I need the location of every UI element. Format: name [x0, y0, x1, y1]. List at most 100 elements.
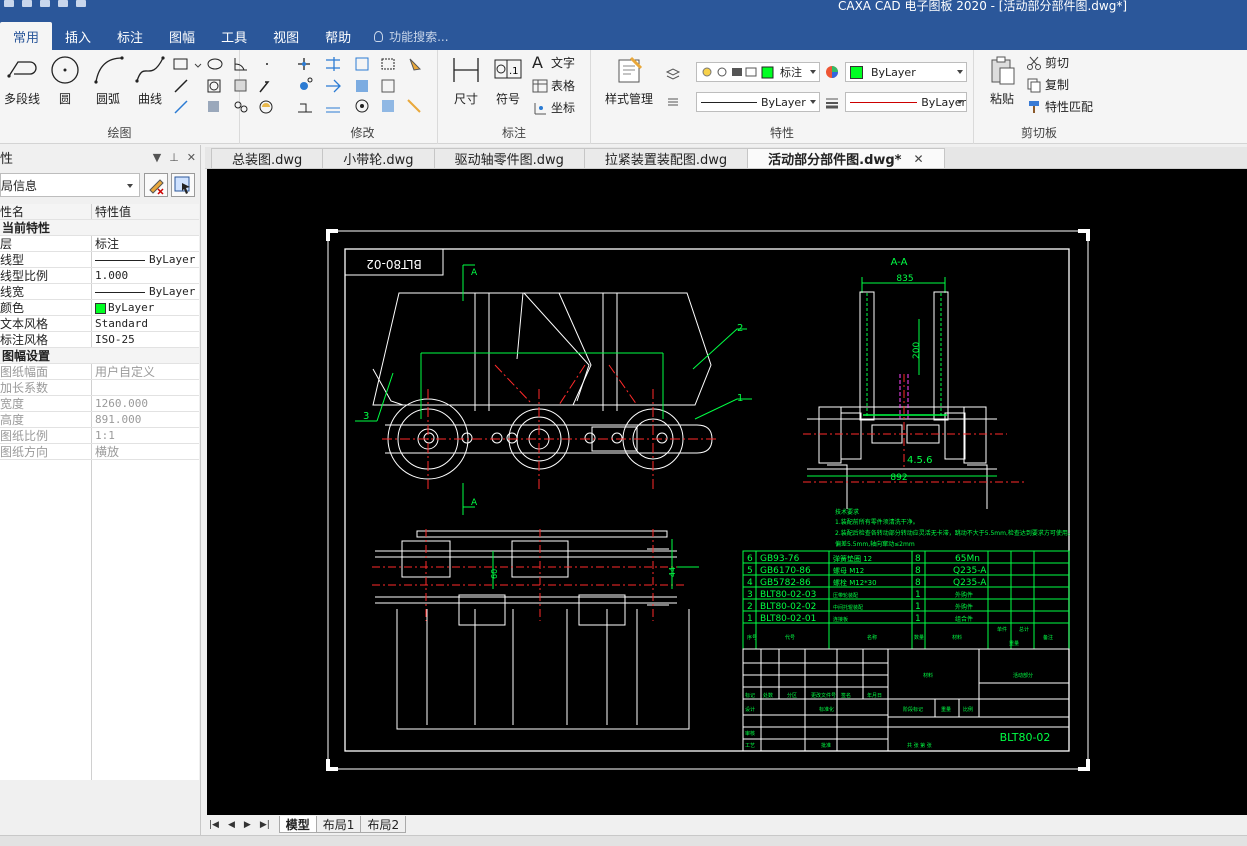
svg-text:BLT80-02-01: BLT80-02-01: [760, 614, 816, 624]
svg-text:分区: 分区: [787, 692, 797, 699]
svg-text:1.装配前所有零件须清洗干净。: 1.装配前所有零件须清洗干净。: [835, 518, 919, 526]
dimension-button[interactable]: 尺寸: [444, 54, 488, 107]
close-tab-icon[interactable]: ✕: [913, 152, 923, 166]
property-row-color[interactable]: 颜色 ByLayer: [0, 300, 199, 316]
last-layout-icon[interactable]: ▶|: [260, 820, 270, 830]
lineweight-icon[interactable]: [824, 94, 840, 110]
doc-tab-active-part[interactable]: 活动部分部件图.dwg* ✕: [747, 148, 945, 168]
table-button[interactable]: 表格: [532, 77, 575, 94]
new-file-icon[interactable]: [4, 0, 14, 7]
ribbon-group-annotate: 尺寸 .1 符号 A 文字 表格 坐标 标注: [438, 50, 591, 144]
search-label: 功能搜索...: [389, 29, 449, 44]
close-icon[interactable]: ✕: [187, 151, 196, 164]
circle-icon: [49, 54, 81, 86]
svg-text:名称: 名称: [867, 634, 877, 641]
lineweight-combo[interactable]: ByLayer: [845, 92, 967, 112]
property-row-dim-style[interactable]: 标注风格 ISO-25: [0, 332, 199, 348]
svg-text:Q235-A: Q235-A: [953, 578, 987, 588]
select-objects-button[interactable]: [171, 173, 195, 197]
svg-text:8: 8: [915, 566, 921, 576]
doc-tab-small-pulley[interactable]: 小带轮.dwg: [322, 148, 435, 168]
menu-bar: 常用 插入 标注 图幅 工具 视图 帮助 功能搜索...: [0, 22, 449, 50]
title-bar: CAXA CAD 电子图板 2020 - [活动部分部件图.dwg*] 常用 插…: [0, 0, 1247, 50]
svg-text:材料: 材料: [952, 634, 962, 641]
draw-small-tools[interactable]: [172, 56, 276, 116]
linetype-combo[interactable]: ByLayer: [696, 92, 820, 112]
panel-menu-icon[interactable]: ▼: [153, 151, 161, 164]
arc-button[interactable]: 圆弧: [86, 54, 130, 107]
section-current-properties[interactable]: 当前特性: [0, 220, 199, 236]
modify-tools[interactable]: [296, 56, 436, 116]
tab-insert[interactable]: 插入: [52, 22, 104, 50]
svg-text:1: 1: [747, 614, 753, 624]
ribbon: 多段线 圆 圆弧 曲线 绘图 修改 尺寸 .1 符号 A 文字 表格 坐标 标注…: [0, 50, 1247, 144]
symbol-button[interactable]: .1 符号: [486, 54, 530, 107]
svg-text:阶段标记: 阶段标记: [903, 706, 923, 713]
doc-tab-assembly[interactable]: 总装图.dwg: [211, 148, 324, 168]
first-layout-icon[interactable]: |◀: [209, 820, 219, 830]
undo-icon[interactable]: [58, 0, 68, 7]
layer-combo[interactable]: 标注: [696, 62, 820, 82]
properties-object-select[interactable]: 局信息: [0, 173, 140, 197]
color-wheel-icon[interactable]: [824, 64, 840, 80]
property-row-text-style[interactable]: 文本风格 Standard: [0, 316, 199, 332]
sheet-row-height: 高度 891.000: [0, 412, 199, 428]
redo-icon[interactable]: [76, 0, 86, 7]
linetype-list-icon[interactable]: [665, 94, 681, 110]
tab-view[interactable]: 视图: [260, 22, 312, 50]
svg-text:GB5782-86: GB5782-86: [760, 578, 811, 588]
svg-text:8: 8: [915, 554, 921, 564]
tab-tools[interactable]: 工具: [208, 22, 260, 50]
color-combo[interactable]: ByLayer: [845, 62, 967, 82]
layout-tab-model[interactable]: 模型: [278, 816, 317, 833]
svg-text:中间托辊装配: 中间托辊装配: [833, 604, 863, 611]
pin-icon[interactable]: ⊥: [169, 151, 179, 164]
next-layout-icon[interactable]: ▶: [244, 820, 251, 830]
print-icon[interactable]: [40, 0, 50, 7]
svg-text:.1: .1: [509, 66, 519, 77]
match-properties-button[interactable]: 特性匹配: [1026, 98, 1093, 115]
layer-state-icon[interactable]: [665, 66, 681, 82]
tab-annotate[interactable]: 标注: [104, 22, 156, 50]
svg-text:螺栓 M12*30: 螺栓 M12*30: [833, 578, 877, 587]
drawing-canvas[interactable]: BLT80-02 A A 3 1 2 A-A 835 200 4.5.6 892…: [207, 169, 1247, 816]
save-icon[interactable]: [22, 0, 32, 7]
cut-button[interactable]: 剪切: [1026, 54, 1069, 71]
layout-tab-2[interactable]: 布局2: [360, 816, 407, 833]
svg-text:活动部分: 活动部分: [1013, 672, 1033, 679]
tab-common[interactable]: 常用: [0, 22, 53, 50]
svg-text:年月日: 年月日: [867, 692, 882, 699]
section-sheet-settings[interactable]: 图幅设置: [0, 348, 199, 364]
property-row-layer[interactable]: 层 标注: [0, 236, 199, 252]
prev-layout-icon[interactable]: ◀: [228, 820, 235, 830]
select-objects-icon: [174, 176, 190, 194]
feature-search[interactable]: 功能搜索...: [364, 22, 449, 50]
layout-tab-1[interactable]: 布局1: [315, 816, 362, 833]
color-swatch: [850, 65, 863, 79]
window-title: CAXA CAD 电子图板 2020 - [活动部分部件图.dwg*]: [838, 0, 1128, 13]
doc-tab-tensioner[interactable]: 拉紧装置装配图.dwg: [583, 148, 749, 168]
tab-help[interactable]: 帮助: [312, 22, 364, 50]
curve-button[interactable]: 曲线: [128, 54, 172, 107]
svg-text:单件: 单件: [997, 626, 1007, 633]
svg-text:偏差5.5mm,轴向窜动≤2mm: 偏差5.5mm,轴向窜动≤2mm: [835, 540, 915, 548]
doc-tab-drive-shaft[interactable]: 驱动轴零件图.dwg: [433, 148, 585, 168]
circle-button[interactable]: 圆: [43, 54, 87, 107]
svg-text:总计: 总计: [1019, 626, 1029, 633]
quick-select-button[interactable]: [144, 173, 168, 197]
copy-button[interactable]: 复制: [1026, 76, 1069, 93]
sheet-row-scale: 图纸比例 1:1: [0, 428, 199, 444]
polyline-button[interactable]: 多段线: [0, 54, 44, 107]
property-row-linetype-scale[interactable]: 线型比例 1.000: [0, 268, 199, 284]
svg-text:材料: 材料: [923, 672, 933, 679]
coordinate-button[interactable]: 坐标: [532, 99, 575, 116]
text-button[interactable]: A 文字: [532, 54, 575, 71]
svg-text:备注: 备注: [1043, 634, 1053, 641]
tab-sheet[interactable]: 图幅: [156, 22, 208, 50]
svg-text:重量: 重量: [1009, 640, 1019, 647]
property-row-lineweight[interactable]: 线宽 ByLayer: [0, 284, 199, 300]
paste-button[interactable]: 粘贴: [980, 54, 1024, 107]
property-row-linetype[interactable]: 线型 ByLayer: [0, 252, 199, 268]
annotate-group-label: 标注: [501, 126, 526, 140]
style-manager-button[interactable]: 样式管理: [601, 54, 657, 107]
